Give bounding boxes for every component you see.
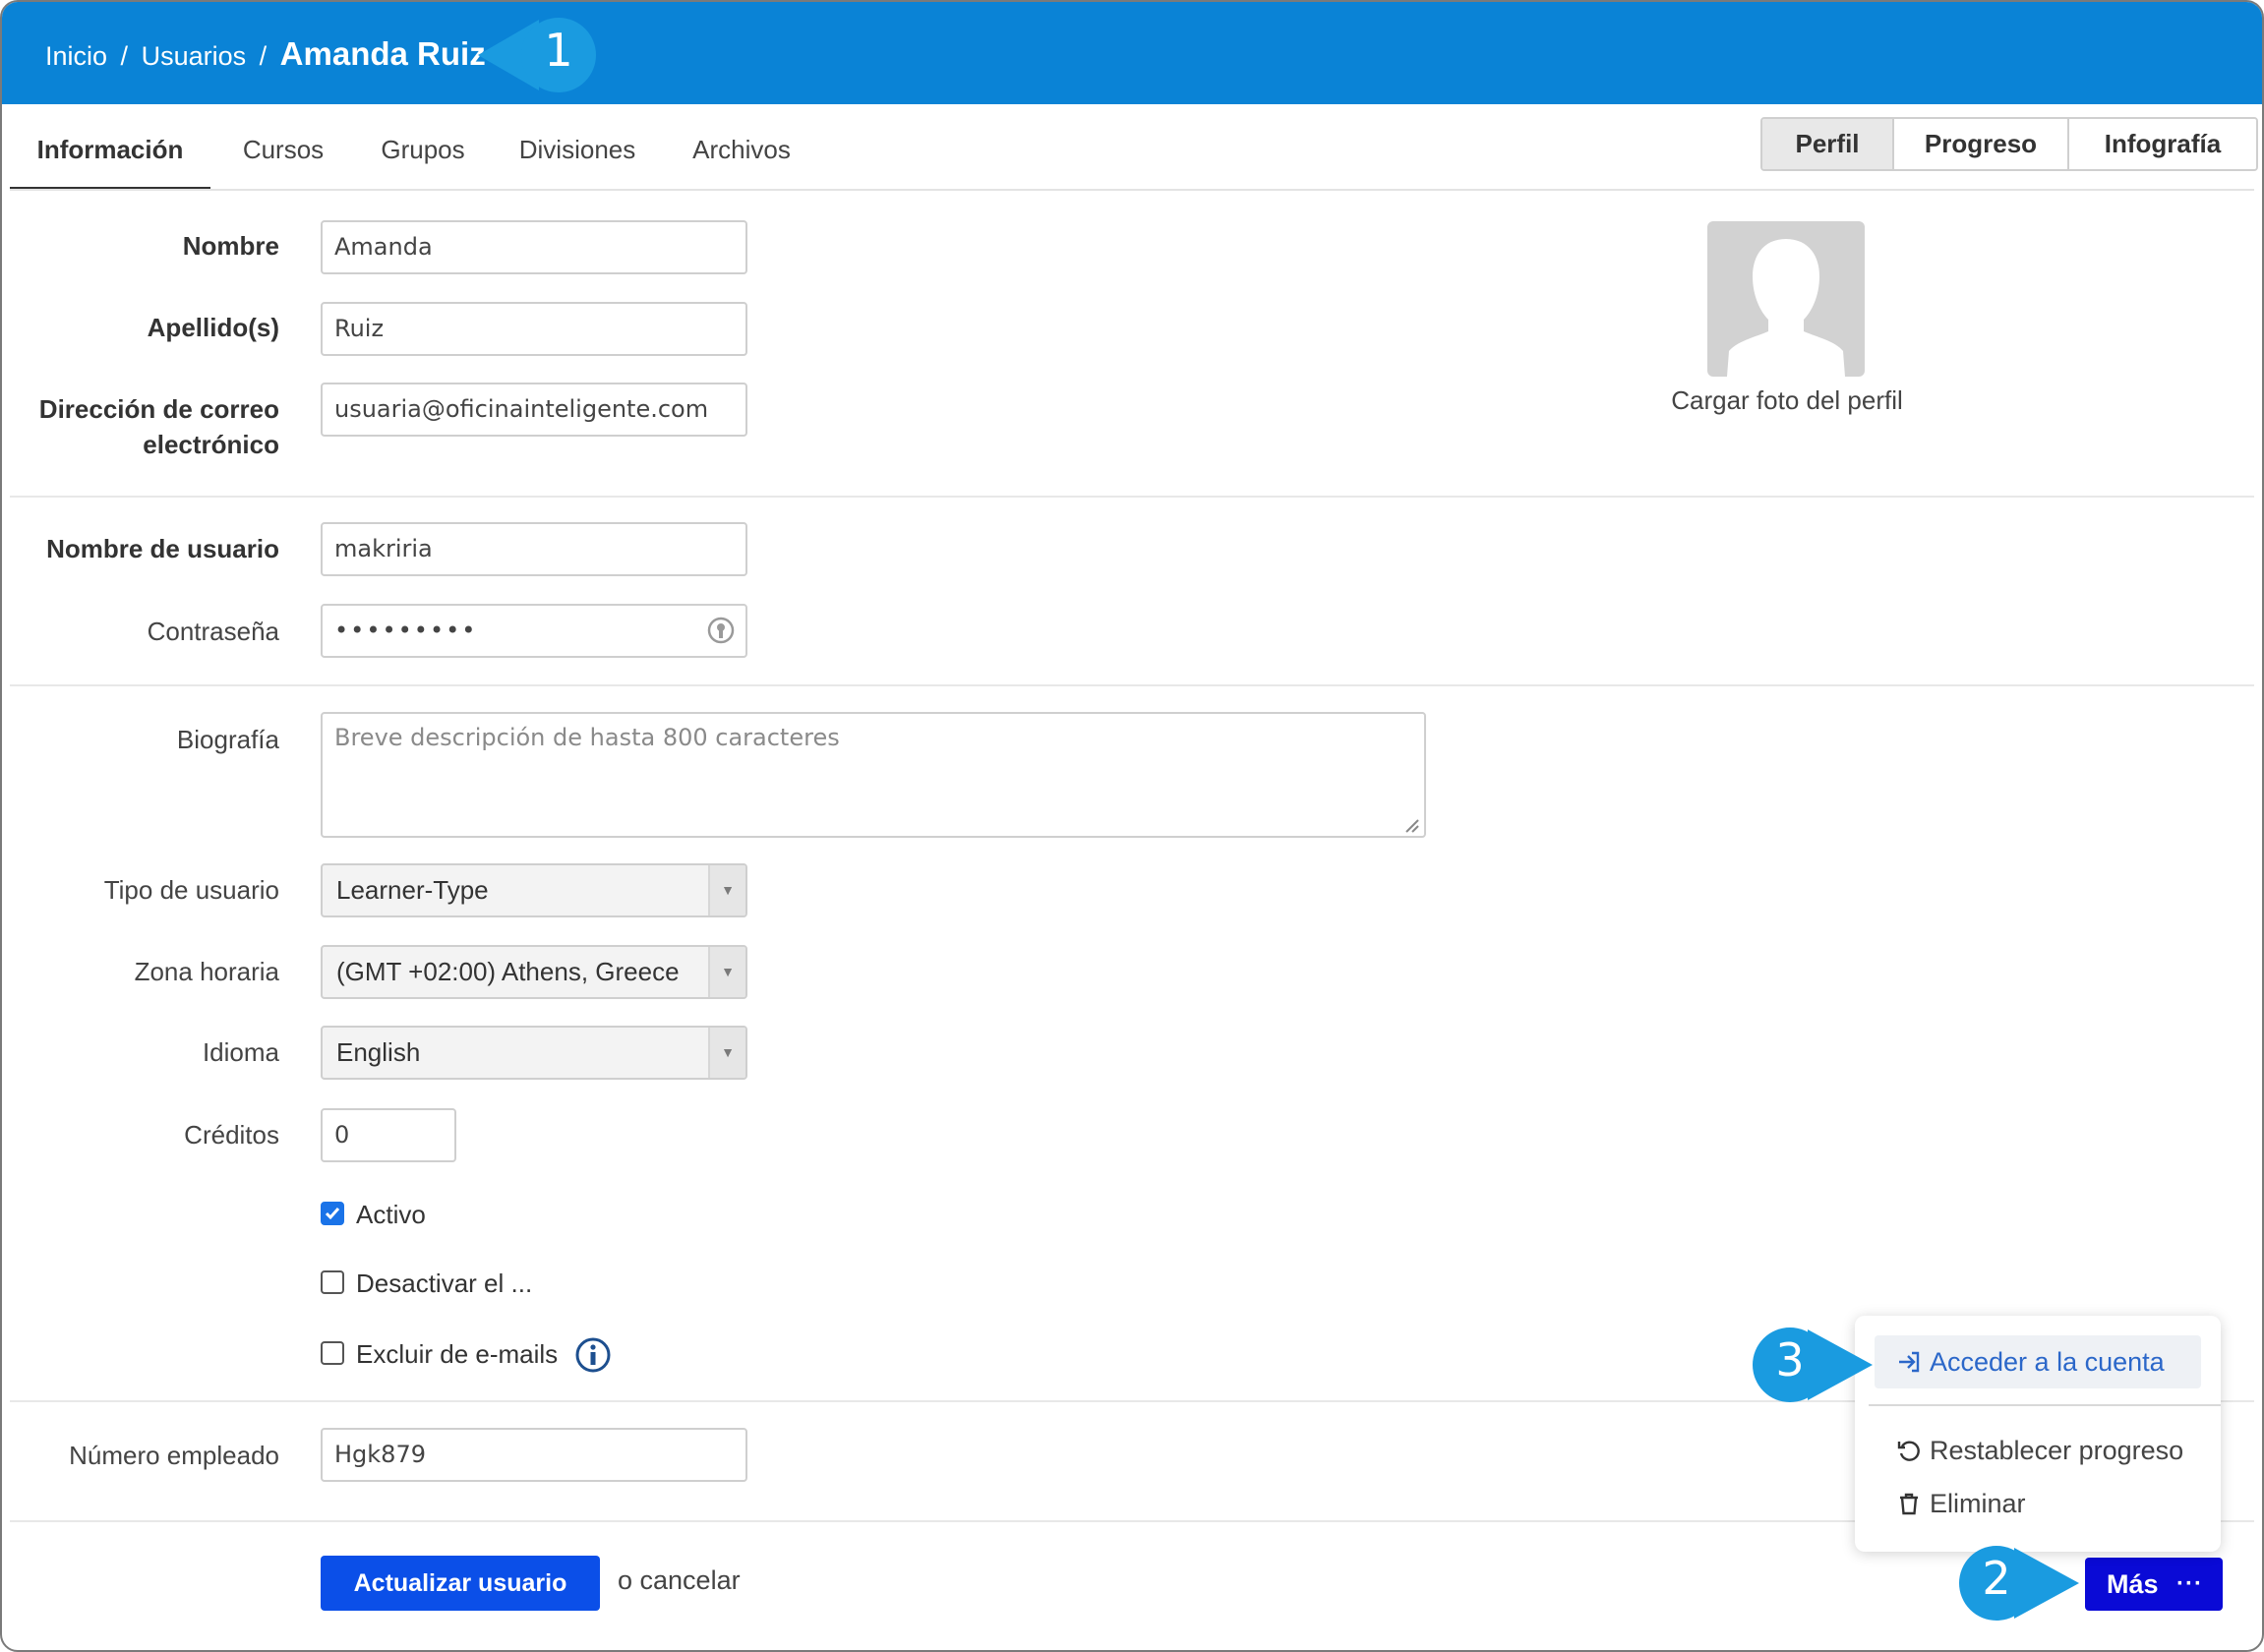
reset-icon: [1897, 1441, 1920, 1461]
section-divider: [10, 684, 2254, 686]
cancel-link[interactable]: o cancelar: [618, 1565, 741, 1596]
menu-item-login-as[interactable]: Acceder a la cuenta: [1875, 1335, 2201, 1388]
employee-number-label: Número empleado: [69, 1441, 279, 1470]
deactivate-checkbox[interactable]: [321, 1270, 344, 1295]
callout-2: 2: [1957, 1544, 2079, 1622]
language-select[interactable]: English ▼: [321, 1026, 747, 1080]
bio-textarea[interactable]: Breve descripción de hasta 800 caractere…: [321, 712, 1426, 838]
callout-number: 1: [544, 24, 573, 77]
user-type-value: Learner-Type: [336, 875, 489, 905]
login-icon: [1899, 1351, 1920, 1373]
user-type-label: Tipo de usuario: [103, 875, 279, 905]
menu-item-reset-progress[interactable]: Restablecer progreso: [1875, 1424, 2201, 1477]
language-value: English: [336, 1037, 421, 1067]
username-label: Nombre de usuario: [46, 534, 279, 563]
view-switcher: Perfil Progreso Infografía: [1760, 117, 2258, 171]
menu-item-label: Restablecer progreso: [1930, 1436, 2184, 1465]
trash-icon: [1900, 1493, 1918, 1515]
exclude-emails-label: Excluir de e-mails: [356, 1339, 559, 1369]
username-field[interactable]: makriria: [321, 522, 747, 576]
email-label-line2: electrónico: [143, 430, 279, 459]
bio-label: Biografía: [176, 725, 279, 754]
exclude-emails-checkbox[interactable]: [321, 1341, 344, 1366]
more-dots-icon: ···: [2176, 1570, 2203, 1597]
breadcrumb-separator: /: [120, 41, 129, 71]
user-type-select[interactable]: Learner-Type ▼: [321, 863, 747, 917]
breadcrumb-current: Amanda Ruiz: [279, 35, 486, 72]
breadcrumb-home-link[interactable]: Inicio: [45, 41, 107, 71]
timezone-select[interactable]: (GMT +02:00) Athens, Greece ▼: [321, 945, 747, 999]
section-divider: [10, 496, 2254, 498]
view-perfil-button[interactable]: Perfil: [1762, 119, 1894, 169]
credits-label: Créditos: [184, 1120, 279, 1150]
upload-photo-link[interactable]: Cargar foto del perfil: [1615, 385, 1959, 416]
menu-item-delete[interactable]: Eliminar: [1875, 1477, 2201, 1530]
deactivate-label: Desactivar el ...: [356, 1268, 533, 1298]
user-profile-window: Inicio / Usuarios / Amanda Ruiz 1 Inform…: [0, 0, 2264, 1652]
callout-number: 3: [1775, 1333, 1805, 1386]
breadcrumb-separator: /: [259, 41, 268, 71]
tab-grupos[interactable]: Grupos: [364, 104, 482, 191]
last-name-field[interactable]: Ruiz: [321, 302, 747, 356]
header-bar: Inicio / Usuarios / Amanda Ruiz: [2, 2, 2262, 104]
checkmark-icon: [325, 1208, 340, 1220]
chevron-down-icon: ▼: [708, 947, 745, 997]
tab-informacion[interactable]: Información: [10, 104, 210, 191]
email-field[interactable]: usuaria@oficinainteligente.com: [321, 383, 747, 437]
credits-field[interactable]: 0: [321, 1108, 456, 1162]
language-label: Idioma: [202, 1037, 279, 1067]
chevron-down-icon: ▼: [708, 865, 745, 915]
employee-number-field[interactable]: Hgk879: [321, 1428, 747, 1482]
menu-item-label: Eliminar: [1930, 1489, 2026, 1518]
exclude-emails-checkbox-row[interactable]: Excluir de e-mails: [321, 1339, 558, 1373]
view-infografia-button[interactable]: Infografía: [2069, 119, 2256, 169]
breadcrumb-users-link[interactable]: Usuarios: [142, 41, 247, 71]
first-name-field[interactable]: Amanda: [321, 220, 747, 274]
update-user-button[interactable]: Actualizar usuario: [321, 1556, 600, 1611]
more-button-label: Más: [2107, 1569, 2159, 1599]
timezone-label: Zona horaria: [134, 957, 279, 986]
email-label-line1: Dirección de correo: [38, 394, 279, 424]
callout-1: 1: [478, 16, 598, 94]
first-name-label: Nombre: [182, 231, 279, 261]
password-label: Contraseña: [147, 617, 279, 646]
active-checkbox-row[interactable]: Activo: [321, 1200, 426, 1233]
menu-divider: [1869, 1404, 2221, 1406]
active-label: Activo: [356, 1200, 426, 1229]
timezone-value: (GMT +02:00) Athens, Greece: [336, 957, 680, 986]
tab-cursos[interactable]: Cursos: [224, 104, 342, 191]
password-reveal-icon[interactable]: [706, 616, 736, 650]
menu-item-label: Acceder a la cuenta: [1930, 1347, 2165, 1377]
deactivate-checkbox-row[interactable]: Desactivar el ...: [321, 1268, 532, 1302]
breadcrumb: Inicio / Usuarios / Amanda Ruiz: [45, 35, 486, 73]
callout-3: 3: [1751, 1326, 1873, 1404]
avatar-placeholder[interactable]: [1707, 221, 1865, 377]
active-checkbox[interactable]: [321, 1202, 344, 1226]
last-name-label: Apellido(s): [147, 313, 279, 342]
more-button[interactable]: Más ···: [2085, 1558, 2223, 1611]
tab-archivos[interactable]: Archivos: [673, 104, 810, 191]
password-value: •••••••••: [334, 617, 478, 644]
tab-divisiones[interactable]: Divisiones: [504, 104, 651, 191]
callout-number: 2: [1982, 1552, 2011, 1605]
tab-divider: [10, 189, 2254, 191]
more-actions-menu: Acceder a la cuenta Restablecer progreso…: [1855, 1316, 2221, 1552]
password-field[interactable]: •••••••••: [321, 604, 747, 658]
chevron-down-icon: ▼: [708, 1028, 745, 1078]
view-progreso-button[interactable]: Progreso: [1894, 119, 2069, 169]
info-icon[interactable]: [574, 1336, 612, 1379]
user-silhouette-icon: [1727, 239, 1845, 377]
textarea-resize-handle[interactable]: [1404, 818, 1420, 839]
